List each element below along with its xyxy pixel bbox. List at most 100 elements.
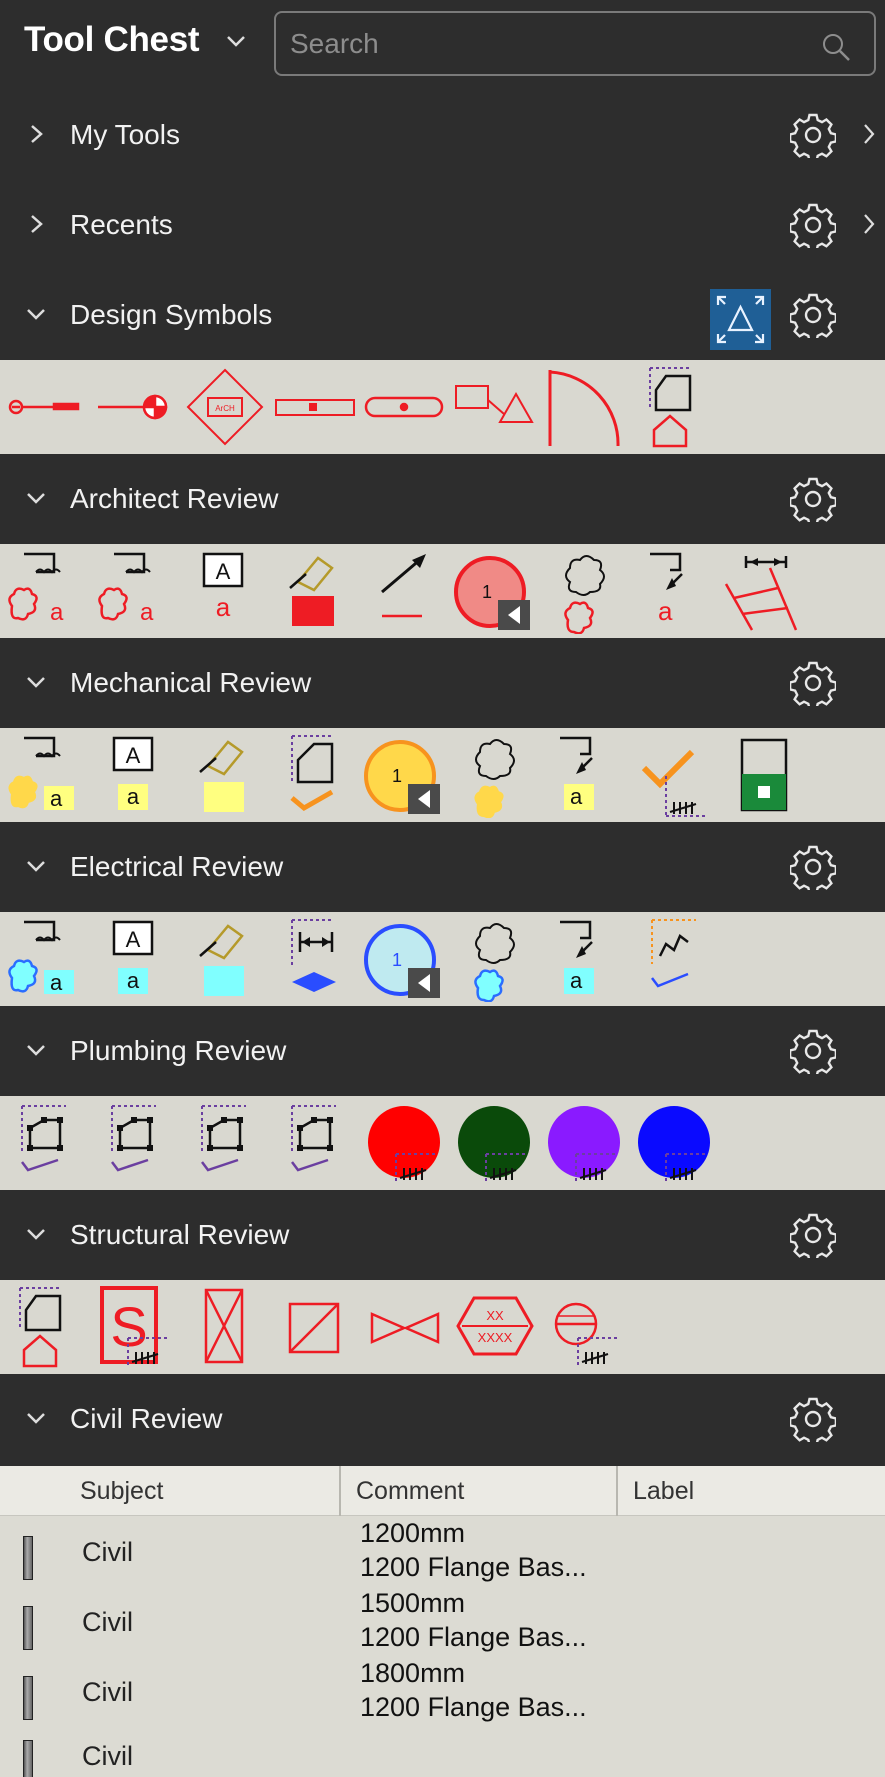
column-header-subject[interactable]: Subject [68, 1466, 175, 1516]
tool-bowtie[interactable] [362, 1284, 448, 1370]
tool-valve-line[interactable] [2, 364, 88, 450]
tool-section-count[interactable] [542, 1284, 628, 1370]
section-recents[interactable]: Recents [0, 180, 885, 270]
tool-chest-header: Tool Chest [0, 0, 885, 90]
table-row[interactable]: Civil [0, 1722, 885, 1777]
section-label: Mechanical Review [70, 667, 312, 698]
tool-area-points[interactable] [90, 1100, 176, 1186]
gear-icon[interactable] [790, 660, 836, 706]
tool-area-points[interactable] [180, 1100, 266, 1186]
gear-icon[interactable] [790, 844, 836, 890]
tool-check-count[interactable] [630, 732, 716, 818]
chevron-down-icon[interactable] [26, 1223, 46, 1245]
svg-text:a: a [127, 784, 140, 809]
tool-area-check[interactable] [270, 732, 356, 818]
tool-dimension-measure[interactable] [270, 916, 356, 1002]
section-my-tools[interactable]: My Tools [0, 90, 885, 180]
tool-callout-circle[interactable]: 1 [450, 548, 536, 634]
column-header-comment[interactable]: Comment [344, 1466, 476, 1516]
gear-icon[interactable] [790, 1028, 836, 1074]
chevron-down-icon[interactable] [26, 1407, 46, 1429]
tool-callout-triangle[interactable] [452, 364, 538, 450]
section-civil-review[interactable]: Civil Review [0, 1374, 885, 1464]
tool-leader-callout[interactable]: a [630, 548, 716, 634]
svg-text:a: a [50, 786, 63, 811]
tool-tag-box[interactable]: Aa [180, 548, 266, 634]
tool-valve-dot[interactable] [92, 364, 178, 450]
search-box[interactable] [274, 11, 876, 76]
chevron-down-icon[interactable] [26, 487, 46, 509]
tool-count-green[interactable] [450, 1100, 536, 1186]
tool-structural-s[interactable]: S [92, 1284, 178, 1370]
section-electrical-review[interactable]: Electrical Review [0, 822, 885, 912]
tool-pill-marker[interactable] [362, 364, 448, 450]
chevron-down-icon[interactable] [26, 303, 46, 325]
svg-text:1: 1 [392, 950, 402, 970]
svg-text:1: 1 [482, 582, 492, 602]
gear-icon[interactable] [790, 1396, 836, 1442]
chevron-down-icon[interactable] [26, 855, 46, 877]
gear-icon[interactable] [790, 202, 836, 248]
tool-highlight-pen[interactable] [180, 916, 266, 1002]
tool-hex-tag[interactable]: XX XXXX [452, 1284, 538, 1370]
chevron-down-icon[interactable] [26, 1039, 46, 1061]
section-structural-review[interactable]: Structural Review [0, 1190, 885, 1280]
svg-text:XXXX: XXXX [478, 1330, 513, 1345]
search-icon[interactable] [820, 31, 852, 63]
section-mechanical-review[interactable]: Mechanical Review [0, 638, 885, 728]
column-divider[interactable] [616, 1466, 618, 1516]
tool-cloud-callout[interactable]: a [90, 548, 176, 634]
tool-leader-callout[interactable]: a [540, 732, 626, 818]
tool-arch-diamond[interactable]: ArCH [182, 364, 268, 450]
tool-cloud-shape[interactable] [450, 732, 536, 819]
table-row[interactable]: Civil 1500mm 1200 Flange Bas... [0, 1588, 885, 1658]
tool-callout-circle[interactable]: 1 [360, 916, 446, 1002]
tool-dim-rect[interactable] [272, 364, 358, 450]
tool-column-x[interactable] [182, 1284, 268, 1370]
column-divider[interactable] [339, 1466, 341, 1516]
tool-cloud-callout[interactable]: a [0, 916, 86, 1002]
section-plumbing-review[interactable]: Plumbing Review [0, 1006, 885, 1096]
tool-area-house[interactable] [2, 1284, 88, 1370]
tool-area-zigzag[interactable] [630, 916, 716, 1002]
tool-count-red[interactable] [360, 1100, 446, 1186]
chevron-right-icon[interactable] [26, 213, 46, 235]
tool-door-swing[interactable] [542, 364, 628, 450]
tool-cloud-callout[interactable]: a [0, 732, 86, 818]
gear-icon[interactable] [790, 1212, 836, 1258]
tool-chest-title[interactable]: Tool Chest [24, 20, 200, 60]
chevron-right-icon[interactable] [862, 212, 876, 236]
expand-view-button[interactable] [710, 289, 771, 350]
tool-opening-slash[interactable] [272, 1284, 358, 1370]
tool-count-blue[interactable] [630, 1100, 716, 1186]
gear-icon[interactable] [790, 292, 836, 338]
tool-equipment-box[interactable] [720, 732, 806, 818]
tool-cloud-callout[interactable]: a [0, 548, 86, 634]
chevron-down-icon[interactable] [226, 33, 246, 49]
search-input[interactable] [290, 25, 810, 63]
tool-leader-callout[interactable]: a [540, 916, 626, 1002]
column-header-label[interactable]: Label [621, 1466, 706, 1516]
tool-area-house[interactable] [632, 364, 718, 450]
tool-tag-box[interactable]: Aa [90, 916, 176, 1002]
tool-highlight-pen[interactable] [270, 548, 356, 634]
tool-area-points[interactable] [270, 1100, 356, 1186]
table-row[interactable]: Civil 1200mm 1200 Flange Bas... [0, 1518, 885, 1588]
section-design-symbols[interactable]: Design Symbols [0, 270, 885, 360]
table-row[interactable]: Civil 1800mm 1200 Flange Bas... [0, 1658, 885, 1728]
tool-area-points[interactable] [0, 1100, 86, 1186]
chevron-down-icon[interactable] [26, 671, 46, 693]
section-architect-review[interactable]: Architect Review [0, 454, 885, 544]
tool-arrow[interactable] [360, 548, 446, 634]
chevron-right-icon[interactable] [862, 122, 876, 146]
tool-cloud-shape[interactable] [450, 916, 536, 1003]
tool-callout-circle[interactable]: 1 [360, 732, 446, 818]
tool-count-purple[interactable] [540, 1100, 626, 1186]
tool-highlight-pen[interactable] [180, 732, 266, 818]
gear-icon[interactable] [790, 112, 836, 158]
chevron-right-icon[interactable] [26, 123, 46, 145]
gear-icon[interactable] [790, 476, 836, 522]
tool-dimension-stairs[interactable] [720, 548, 806, 634]
tool-cloud-shape[interactable] [540, 548, 626, 635]
tool-tag-box[interactable]: Aa [90, 732, 176, 818]
